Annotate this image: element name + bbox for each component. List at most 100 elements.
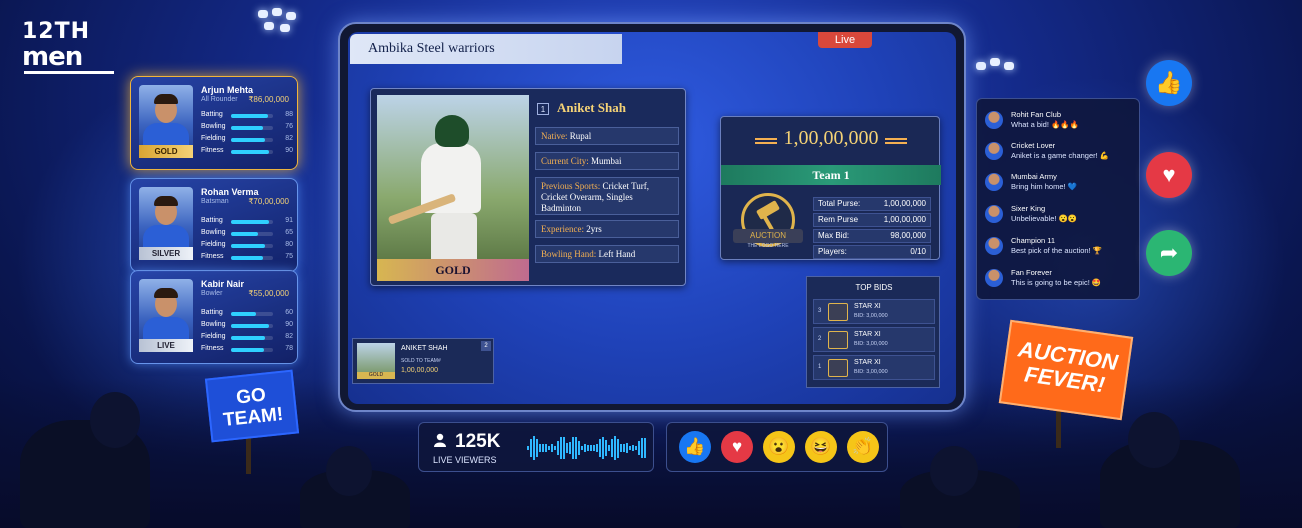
field-city: Current City: Mumbai [535, 152, 679, 170]
viewer-label: LIVE VIEWERS [433, 455, 497, 465]
field-key: Current City: [541, 156, 589, 166]
player-name: Kabir Nair [201, 279, 245, 289]
player-price: ₹86,00,000 [248, 95, 289, 104]
stat-bar [231, 150, 273, 154]
stat-bar [231, 312, 273, 316]
stat-label: Bowling [201, 321, 226, 328]
comment-text: Unbelievable! 😮😮 [1011, 214, 1078, 223]
avatar [985, 237, 1003, 255]
avatar [985, 173, 1003, 191]
stat-row: Fielding 82 [201, 333, 293, 344]
top-bid-row[interactable]: 2 STAR XI BID: 3,00,000 [813, 327, 935, 352]
stat-value: 91 [285, 217, 293, 224]
player-card[interactable]: GOLD Arjun Mehta All Rounder ₹86,00,000 … [130, 76, 298, 170]
stat-label: Fielding [201, 241, 226, 248]
wave-bar [611, 438, 613, 458]
field-native: Native: Rupal [535, 127, 679, 145]
stat-value: 90 [285, 147, 293, 154]
sold-player-card[interactable]: GOLD ANIKET SHAH SOLD TO TEAM# 1,00,00,0… [352, 338, 494, 384]
wave-bar [620, 443, 622, 453]
auction-logo-sub: THE LOGO HERE [747, 243, 789, 249]
player-tier: GOLD [377, 259, 529, 281]
player-name: Arjun Mehta [201, 85, 254, 95]
row-key: Total Purse: [818, 199, 861, 208]
auction-logo-text: AUCTION [733, 229, 803, 243]
player-card[interactable]: LIVE Kabir Nair Bowler ₹55,00,000 Battin… [130, 270, 298, 364]
purse-row: Total Purse: 1,00,00,000 [813, 197, 931, 211]
wave-bar [593, 444, 595, 452]
tier-badge: SILVER [139, 247, 193, 260]
stat-value: 76 [285, 123, 293, 130]
wave-bar [578, 441, 580, 455]
wave-bar [533, 436, 535, 460]
stat-row: Fitness 75 [201, 253, 293, 264]
top-bid-row[interactable]: 1 STAR XI BID: 3,00,000 [813, 355, 935, 380]
current-bid-panel: 1,00,00,000 Team 1 AUCTION THE LOGO HERE… [720, 116, 941, 260]
sold-player-name: ANIKET SHAH [401, 345, 448, 352]
thumbs-up-icon[interactable]: 👍 [679, 431, 711, 463]
stat-bar [231, 256, 273, 260]
wave-bar [614, 435, 616, 461]
comment-text: Bring him home! 💙 [1011, 182, 1078, 191]
comment-user: Champion 11 [1011, 236, 1056, 245]
row-key: Max Bid: [818, 231, 850, 240]
stat-bar [231, 244, 273, 248]
wave-bar [605, 439, 607, 457]
comment-user: Rohit Fan Club [1011, 110, 1062, 119]
wave-bar [536, 438, 538, 458]
row-value: 1,00,00,000 [883, 215, 926, 224]
heart-icon[interactable]: ♥ [721, 431, 753, 463]
purse-row: Max Bid: 98,00,000 [813, 229, 931, 243]
field-key: Bowling Hand: [541, 249, 597, 259]
top-bid-row[interactable]: 3 STAR XI BID: 3,00,000 [813, 299, 935, 324]
row-key: Players: [818, 247, 847, 256]
auction-tablet: Ambika Steel warriors Live GOLD 1 Aniket… [338, 22, 966, 412]
row-value: 1,00,00,000 [883, 199, 926, 208]
wow-face-icon[interactable]: 😮 [763, 431, 795, 463]
clap-icon[interactable]: 👏 [847, 431, 879, 463]
live-viewers-bar: 125K LIVE VIEWERS [418, 422, 654, 472]
heart-icon[interactable]: ♥ [1146, 152, 1192, 198]
brand-logo[interactable]: 12TH men [22, 20, 114, 76]
player-card[interactable]: SILVER Rohan Verma Batsman ₹70,00,000 Ba… [130, 178, 298, 272]
current-bid-amount: 1,00,00,000 [783, 127, 879, 149]
avatar [985, 111, 1003, 129]
stadium-light [990, 58, 1000, 66]
wave-bar [602, 436, 604, 460]
row-value: 0/10 [910, 247, 926, 256]
laugh-face-icon[interactable]: 😆 [805, 431, 837, 463]
comment-text: Aniket is a game changer! 💪 [1011, 151, 1110, 160]
live-badge[interactable]: Live [818, 32, 872, 48]
comment-user: Fan Forever [1011, 268, 1052, 277]
wave-bar [548, 445, 550, 451]
field-value: Left Hand [598, 249, 636, 259]
stat-bar [231, 348, 273, 352]
wave-bar [641, 437, 643, 459]
stat-label: Fitness [201, 253, 224, 260]
wave-bar [530, 439, 532, 457]
auction-fever-sign: AUCTION FEVER! [998, 319, 1134, 421]
wave-bar [584, 443, 586, 453]
stat-label: Fielding [201, 333, 226, 340]
auction-screen: Ambika Steel warriors Live GOLD 1 Aniket… [348, 32, 956, 404]
fan-head [1128, 412, 1180, 468]
wave-bar [590, 444, 592, 452]
stat-bar [231, 138, 273, 142]
stadium-light [976, 62, 986, 70]
stat-row: Fitness 78 [201, 345, 293, 356]
brand-line2: men [22, 42, 83, 72]
stat-row: Fielding 82 [201, 135, 293, 146]
stat-value: 88 [285, 111, 293, 118]
wave-bar [539, 443, 541, 453]
thumbs-up-icon[interactable]: 👍 [1146, 60, 1192, 106]
tier-badge: GOLD [139, 145, 193, 158]
live-comments-panel[interactable]: Rohit Fan Club What a bid! 🔥🔥🔥 Cricket Lo… [976, 98, 1140, 300]
share-arrow-icon[interactable]: ➦ [1146, 230, 1192, 276]
stadium-light [258, 10, 268, 18]
avatar [985, 205, 1003, 223]
field-value: 2yrs [586, 224, 602, 234]
stat-row: Batting 91 [201, 217, 293, 228]
stat-value: 90 [285, 321, 293, 328]
stat-label: Fitness [201, 345, 224, 352]
stat-value: 75 [285, 253, 293, 260]
